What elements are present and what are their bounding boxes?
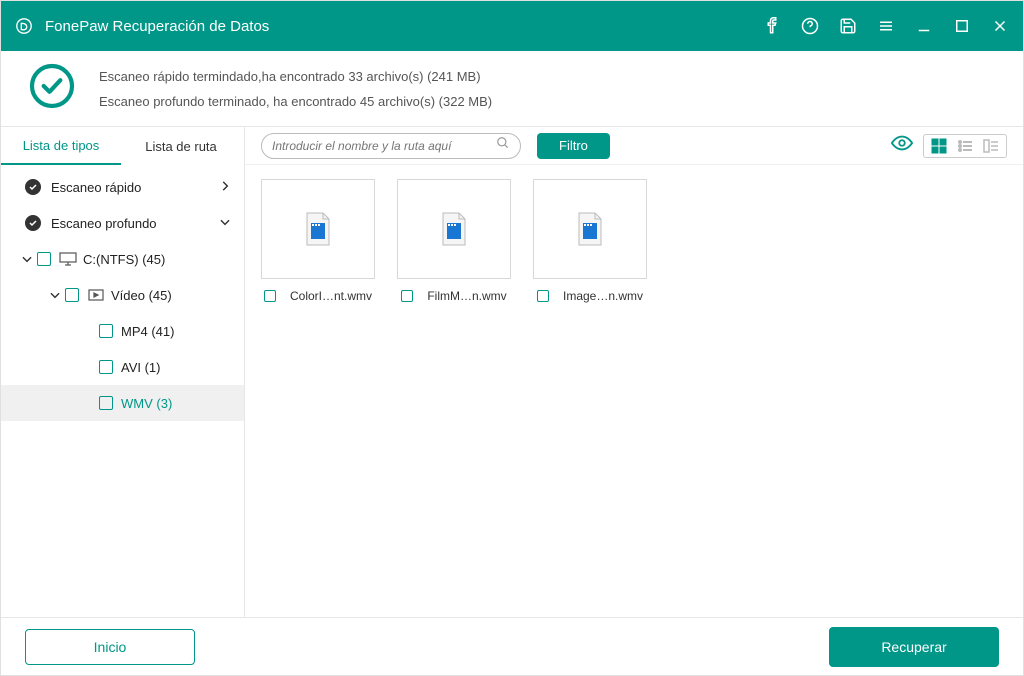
tree-deep-scan[interactable]: Escaneo profundo [1,205,244,241]
toolbar: Filtro [245,127,1023,165]
file-thumbnail [397,179,511,279]
tree-wmv[interactable]: WMV (3) [1,385,244,421]
chevron-down-icon [45,288,65,302]
chevron-down-icon [17,252,37,266]
view-detail-button[interactable] [980,137,1002,155]
recover-button[interactable]: Recuperar [829,627,999,667]
menu-icon[interactable] [877,17,895,35]
maximize-button[interactable] [953,17,971,35]
checkbox[interactable] [537,290,549,302]
save-icon[interactable] [839,17,857,35]
file-item[interactable]: ColorI…nt.wmv [259,179,377,303]
tab-types[interactable]: Lista de tipos [1,127,121,165]
chevron-down-icon [218,215,232,232]
tree-label: Escaneo profundo [51,216,218,231]
drive-icon [59,252,77,266]
tree-label: AVI (1) [121,360,232,375]
video-icon [87,289,105,301]
file-thumbnail [533,179,647,279]
tree-label: Escaneo rápido [51,180,218,195]
footer: Inicio Recuperar [1,617,1023,675]
checkbox[interactable] [99,396,113,410]
tree-label: WMV (3) [121,396,232,411]
bullet-icon [25,179,41,195]
checkbox[interactable] [65,288,79,302]
search-input[interactable] [272,139,496,153]
tree-mp4[interactable]: MP4 (41) [1,313,244,349]
tree-view: Escaneo rápido Escaneo profundo C:(NTFS)… [1,165,244,421]
search-icon [496,136,510,155]
app-logo-icon [15,17,33,35]
search-field[interactable] [261,133,521,159]
status-line-deep: Escaneo profundo terminado, ha encontrad… [99,94,492,109]
tree-label: MP4 (41) [121,324,232,339]
view-grid-button[interactable] [928,137,950,155]
scan-complete-icon [27,61,77,116]
content-area: Filtro [245,127,1023,617]
view-mode-group [923,134,1007,158]
file-name: ColorI…nt.wmv [290,289,372,303]
facebook-icon[interactable] [763,17,781,35]
status-line-quick: Escaneo rápido termindado,ha encontrado … [99,69,492,84]
file-name: Image…n.wmv [563,289,643,303]
file-name: FilmM…n.wmv [427,289,506,303]
tree-quick-scan[interactable]: Escaneo rápido [1,169,244,205]
checkbox[interactable] [99,360,113,374]
tree-label: Vídeo (45) [111,288,232,303]
status-bar: Escaneo rápido termindado,ha encontrado … [1,51,1023,127]
preview-icon[interactable] [891,132,913,159]
sidebar-tabs: Lista de tipos Lista de ruta [1,127,244,165]
sidebar: Lista de tipos Lista de ruta Escaneo ráp… [1,127,245,617]
title-bar: FonePaw Recuperación de Datos [1,1,1023,51]
checkbox[interactable] [401,290,413,302]
view-list-button[interactable] [954,137,976,155]
filter-button[interactable]: Filtro [537,133,610,159]
close-button[interactable] [991,17,1009,35]
help-icon[interactable] [801,17,819,35]
minimize-button[interactable] [915,17,933,35]
bullet-icon [25,215,41,231]
checkbox[interactable] [99,324,113,338]
tree-video[interactable]: Vídeo (45) [1,277,244,313]
tree-label: C:(NTFS) (45) [83,252,232,267]
files-grid: ColorI…nt.wmv FilmM…n.wmv [245,165,1023,317]
home-button[interactable]: Inicio [25,629,195,665]
tab-path[interactable]: Lista de ruta [121,127,241,165]
tree-avi[interactable]: AVI (1) [1,349,244,385]
file-item[interactable]: Image…n.wmv [531,179,649,303]
file-thumbnail [261,179,375,279]
checkbox[interactable] [264,290,276,302]
tree-drive[interactable]: C:(NTFS) (45) [1,241,244,277]
app-title: FonePaw Recuperación de Datos [45,18,269,35]
checkbox[interactable] [37,252,51,266]
app-window: FonePaw Recuperación de Datos Escaneo rá… [0,0,1024,676]
file-item[interactable]: FilmM…n.wmv [395,179,513,303]
chevron-right-icon [218,179,232,196]
